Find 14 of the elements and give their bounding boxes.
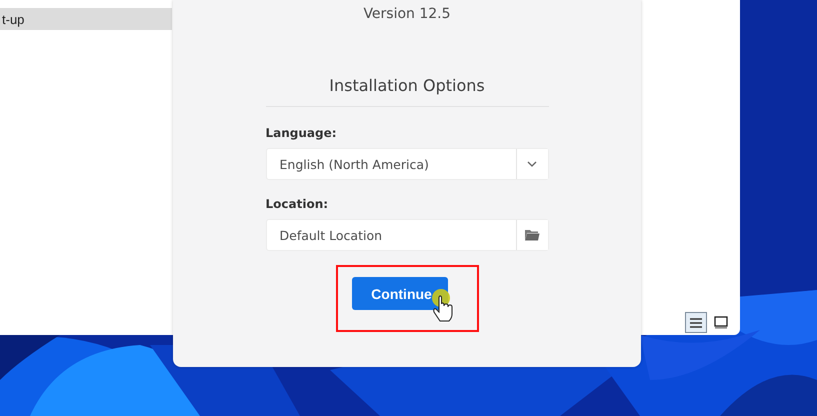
list-view-icon [689,316,703,328]
tile-view-icon [714,316,728,329]
location-field[interactable]: Default Location [266,219,548,251]
field-label: Location: [266,197,330,212]
language-dropdown[interactable]: English (North America) [266,148,548,180]
continue-button[interactable]: Continue [352,277,448,310]
field-label: Language: [266,126,338,141]
browse-button[interactable] [516,220,548,250]
folder-icon [524,229,540,241]
chevron-down-icon [527,161,537,167]
list-view-button[interactable] [685,312,707,333]
version-text: Version 12.5 [363,5,451,23]
dialog-heading: Installation Options [329,75,485,97]
list-item[interactable]: t-up [0,8,172,30]
